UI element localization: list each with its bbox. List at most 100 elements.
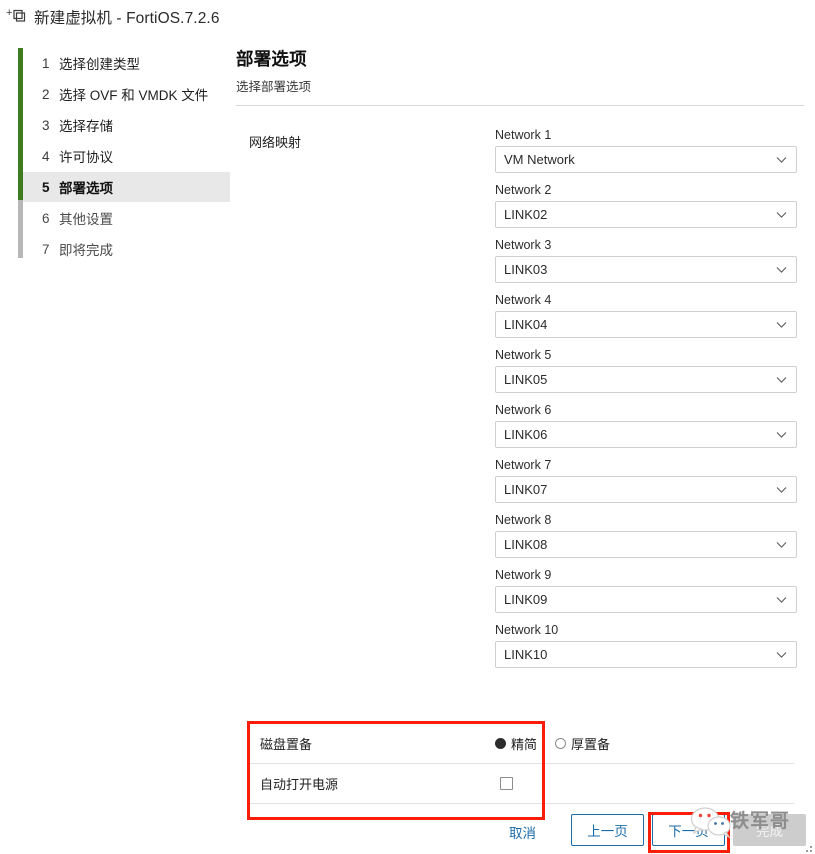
network-mapping-item: Network 3 LINK03 [495, 238, 797, 283]
step-number: 2 [42, 86, 50, 102]
network-name-label: Network 4 [495, 293, 552, 307]
network-name-label: Network 7 [495, 458, 552, 472]
network-mapping-fields: Network 1 VM Network Network 2 LINK02 Ne… [495, 128, 797, 668]
power-on-checkbox[interactable] [500, 777, 513, 790]
chevron-down-icon [776, 596, 787, 603]
step-label: 选择 OVF 和 VMDK 文件 [59, 88, 209, 103]
network-select-value: LINK02 [504, 207, 548, 222]
radio-indicator [495, 738, 506, 749]
disk-provisioning-row: 磁盘置备 精简 厚置备 [249, 724, 794, 764]
network-select-value: LINK05 [504, 372, 548, 387]
network-select-3[interactable]: LINK03 [495, 256, 797, 283]
step-label: 其他设置 [59, 212, 113, 227]
disk-provisioning-label: 磁盘置备 [260, 737, 313, 752]
chevron-down-icon [776, 541, 787, 548]
network-select-6[interactable]: LINK06 [495, 421, 797, 448]
radio-label: 厚置备 [571, 737, 611, 752]
network-select-value: LINK06 [504, 427, 548, 442]
network-select-9[interactable]: LINK09 [495, 586, 797, 613]
network-select-value: LINK08 [504, 537, 548, 552]
chevron-down-icon [776, 321, 787, 328]
network-select-1[interactable]: VM Network [495, 146, 797, 173]
network-select-4[interactable]: LINK04 [495, 311, 797, 338]
network-mapping-item: Network 1 VM Network [495, 128, 797, 173]
step-number: 4 [42, 148, 50, 164]
power-on-label: 自动打开电源 [260, 777, 339, 792]
wizard-footer: 取消 上一页 下一页 完成 [0, 812, 815, 854]
network-select-value: VM Network [504, 152, 575, 167]
network-select-8[interactable]: LINK08 [495, 531, 797, 558]
step-label: 选择创建类型 [59, 57, 140, 72]
network-name-label: Network 6 [495, 403, 552, 417]
step-number: 7 [42, 241, 50, 257]
page-header: 部署选项 选择部署选项 [236, 46, 804, 106]
page-title: 部署选项 [236, 49, 307, 69]
step-number: 1 [42, 55, 50, 71]
radio-label: 精简 [511, 737, 538, 752]
network-select-value: LINK09 [504, 592, 548, 607]
disk-provisioning-radio-group: 精简 厚置备 [495, 734, 628, 753]
network-select-value: LINK10 [504, 647, 548, 662]
network-mapping-label: 网络映射 [249, 135, 302, 150]
step-label: 许可协议 [59, 150, 113, 165]
header-divider [236, 105, 804, 106]
network-mapping-item: Network 9 LINK09 [495, 568, 797, 613]
network-mapping-item: Network 2 LINK02 [495, 183, 797, 228]
network-select-value: LINK07 [504, 482, 548, 497]
sidebar-item-step-7[interactable]: 7 即将完成 [23, 234, 230, 264]
sidebar-item-step-3[interactable]: 3 选择存储 [23, 110, 230, 140]
svg-text:+: + [6, 7, 12, 19]
page-subtitle: 选择部署选项 [236, 80, 312, 94]
power-on-control [495, 777, 513, 790]
sidebar-item-step-2[interactable]: 2 选择 OVF 和 VMDK 文件 [23, 79, 230, 109]
network-select-value: LINK03 [504, 262, 548, 277]
network-mapping-item: Network 6 LINK06 [495, 403, 797, 448]
chevron-down-icon [776, 156, 787, 163]
power-on-row: 自动打开电源 [249, 764, 794, 804]
next-button[interactable]: 下一页 [652, 814, 725, 846]
step-number: 6 [42, 210, 50, 226]
network-select-10[interactable]: LINK10 [495, 641, 797, 668]
network-select-7[interactable]: LINK07 [495, 476, 797, 503]
radio-thin-provision[interactable]: 精简 [495, 734, 537, 753]
step-number: 3 [42, 117, 50, 133]
deployment-options-section: 磁盘置备 精简 厚置备 自动打开电源 [249, 724, 794, 804]
network-mapping-item: Network 7 LINK07 [495, 458, 797, 503]
new-virtual-machine-icon: + [6, 7, 28, 27]
chevron-down-icon [776, 486, 787, 493]
network-name-label: Network 8 [495, 513, 552, 527]
network-name-label: Network 10 [495, 623, 559, 637]
network-mapping-item: Network 10 LINK10 [495, 623, 797, 668]
resize-grip[interactable] [802, 842, 812, 852]
step-label: 部署选项 [59, 181, 113, 196]
network-select-2[interactable]: LINK02 [495, 201, 797, 228]
network-name-label: Network 3 [495, 238, 552, 252]
network-name-label: Network 5 [495, 348, 552, 362]
network-mapping-item: Network 8 LINK08 [495, 513, 797, 558]
cancel-button[interactable]: 取消 [509, 822, 536, 842]
radio-indicator [555, 738, 567, 749]
sidebar-item-step-1[interactable]: 1 选择创建类型 [23, 48, 230, 78]
step-label: 即将完成 [59, 243, 113, 258]
sidebar-item-step-4[interactable]: 4 许可协议 [23, 141, 230, 171]
step-label: 选择存储 [59, 119, 113, 134]
finish-button: 完成 [733, 814, 806, 846]
chevron-down-icon [776, 376, 787, 383]
previous-button[interactable]: 上一页 [571, 814, 644, 846]
chevron-down-icon [776, 431, 787, 438]
network-select-value: LINK04 [504, 317, 548, 332]
chevron-down-icon [776, 211, 787, 218]
network-mapping-item: Network 4 LINK04 [495, 293, 797, 338]
network-name-label: Network 2 [495, 183, 552, 197]
wizard-steps: 1 选择创建类型 2 选择 OVF 和 VMDK 文件 3 选择存储 4 许可协… [18, 48, 230, 266]
window-title: 新建虚拟机 - FortiOS.7.2.6 [34, 10, 220, 27]
network-name-label: Network 9 [495, 568, 552, 582]
sidebar-item-step-6[interactable]: 6 其他设置 [23, 203, 230, 233]
radio-thick-provision[interactable]: 厚置备 [555, 734, 610, 753]
sidebar-item-step-5[interactable]: 5 部署选项 [23, 172, 230, 202]
network-select-5[interactable]: LINK05 [495, 366, 797, 393]
network-mapping-item: Network 5 LINK05 [495, 348, 797, 393]
step-number: 5 [42, 179, 50, 195]
window-title-bar: + 新建虚拟机 - FortiOS.7.2.6 [0, 0, 815, 34]
network-name-label: Network 1 [495, 128, 552, 142]
